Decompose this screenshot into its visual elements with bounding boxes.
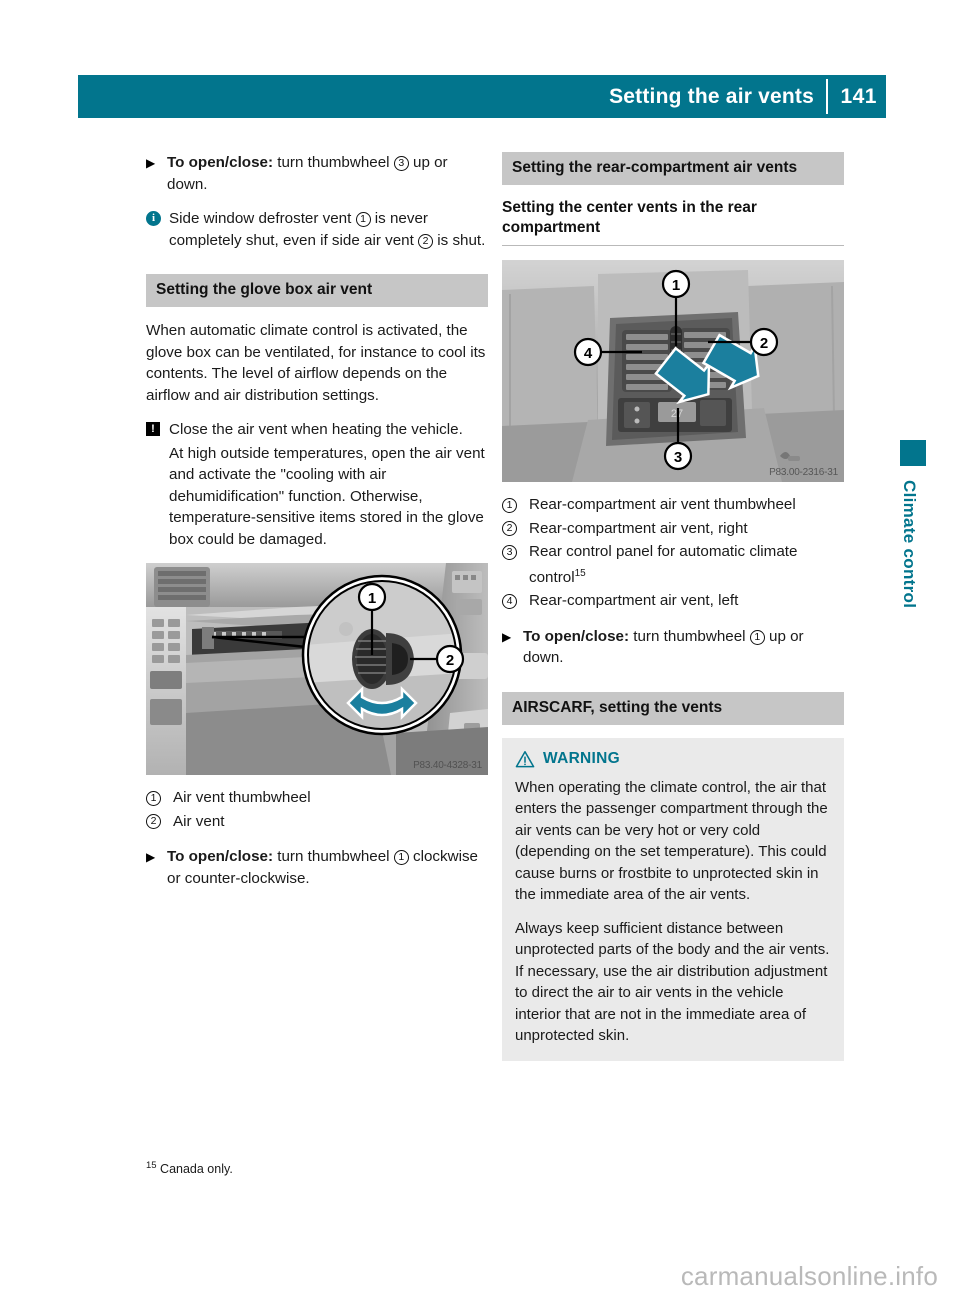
page-title: Setting the air vents (609, 84, 814, 108)
legend-item: 4 Rear-compartment air vent, left (502, 590, 844, 612)
warning-triangle-icon (515, 750, 535, 767)
subheading-center-vents-rear: Setting the center vents in the rear com… (502, 198, 844, 246)
circled-number-2: 2 (418, 233, 434, 249)
svg-text:4: 4 (584, 345, 593, 362)
circled-number-1: 1 (393, 850, 409, 865)
step-label: To open/close: (523, 627, 630, 645)
watermark: carmanualsonline.info (680, 1261, 938, 1291)
legend-number: 1 (146, 790, 161, 806)
page-header-bar: Setting the air vents 141 (78, 75, 886, 118)
legend-glove-box: 1 Air vent thumbwheel 2 Air vent (146, 787, 488, 832)
warning-paragraph: Always keep sufficient distance between … (515, 919, 830, 1045)
step-label: To open/close: (167, 154, 274, 171)
header-divider (826, 79, 828, 114)
heading-glove-box-air-vent: Setting the glove box air vent (146, 274, 488, 307)
svg-text:1: 1 (368, 590, 376, 607)
step-marker-icon: ▶ (146, 156, 156, 170)
heading-airscarf: AIRSCARF, setting the vents (502, 691, 844, 725)
step-marker-icon: ▶ (502, 629, 512, 644)
legend-number: 1 (502, 497, 517, 513)
legend-item: 2 Air vent (146, 811, 488, 833)
warning-box: WARNING When operating the climate contr… (502, 737, 844, 1061)
info-icon: i (146, 211, 161, 226)
note-part3: is shut. (433, 231, 486, 249)
chapter-marker-square (900, 440, 926, 466)
legend-number: 2 (502, 521, 517, 536)
legend-item: 3 Rear control panel for automatic climat… (502, 541, 844, 588)
heading-rear-compartment-air-vents: Setting the rear-compartment air vents (502, 152, 844, 185)
svg-text:2: 2 (760, 335, 768, 352)
page-number: 141 (840, 84, 877, 108)
step-open-close-glove-box: ▶ To open/close: turn thumbwheel 1 clockw… (146, 846, 488, 889)
page-footnote: 15 Canada only. (146, 1158, 233, 1177)
legend-label: Air vent (173, 812, 225, 830)
step-open-close-top: ▶ To open/close: turn thumbwheel 3 up or … (146, 152, 488, 195)
warning-label: WARNING (543, 749, 621, 767)
footnote-marker: 15 (574, 567, 586, 579)
circled-number-1: 1 (749, 629, 765, 645)
legend-label: Rear-compartment air vent, right (529, 519, 748, 537)
figure-glove-box-air-vent: 1 2 P83.40-4328-31 (146, 563, 488, 775)
figure-rear-compartment-vents: 27 1 2 (502, 260, 844, 482)
note-part1: Side window defroster vent (169, 210, 356, 227)
legend-label: Rear-compartment air vent, left (529, 592, 739, 610)
left-column: ▶ To open/close: turn thumbwheel 3 up or … (146, 152, 488, 902)
manual-page: Setting the air vents 141 ▶ To open/close… (0, 0, 960, 1302)
legend-number: 4 (502, 593, 517, 609)
legend-label: Rear control panel for automatic climate… (529, 543, 798, 586)
legend-label: Air vent thumbwheel (173, 789, 311, 806)
caution-glove-box: ! Close the air vent when heating the veh… (146, 419, 488, 550)
step-label: To open/close: (167, 848, 274, 865)
legend-label: Rear-compartment air vent thumbwheel (529, 496, 796, 513)
circled-number-1: 1 (355, 212, 371, 227)
chapter-side-tab: Climate control (899, 440, 943, 608)
step-text-before: turn thumbwheel (273, 154, 394, 171)
step-text-before: turn thumbwheel (629, 627, 750, 645)
step-marker-icon: ▶ (146, 850, 156, 864)
svg-text:1: 1 (672, 277, 680, 294)
caution-icon: ! (146, 422, 160, 436)
paragraph-glove-box: When automatic climate control is activa… (146, 322, 486, 404)
footnote-text: Canada only. (156, 1162, 233, 1177)
figure-id-caption: P83.40-4328-31 (413, 760, 482, 771)
caution-line2: At high outside temperatures, open the a… (169, 444, 485, 548)
figure-id-caption: P83.00-2316-31 (769, 467, 838, 478)
svg-text:3: 3 (674, 449, 682, 466)
note-side-window-defroster: i Side window defroster vent 1 is never c… (146, 208, 488, 251)
footnote-number: 15 (146, 1160, 157, 1171)
circled-number-3: 3 (393, 156, 409, 171)
warning-header: WARNING (515, 750, 831, 768)
chapter-label: Climate control (900, 480, 919, 609)
legend-item: 2 Rear-compartment air vent, right (502, 518, 844, 540)
glove-box-vent-illustration: 1 2 (146, 563, 488, 775)
step-open-close-rear: ▶ To open/close: turn thumbwheel 1 up or … (502, 626, 844, 669)
caution-line1: Close the air vent when heating the vehi… (169, 421, 463, 438)
legend-item: 1 Air vent thumbwheel (146, 787, 488, 809)
svg-text:2: 2 (446, 652, 454, 669)
legend-item: 1 Rear-compartment air vent thumbwheel (502, 494, 844, 516)
rear-compartment-vent-illustration: 27 1 2 (502, 260, 844, 482)
right-column: Setting the rear-compartment air vents S… (502, 152, 844, 1061)
legend-number: 3 (502, 544, 517, 560)
legend-number: 2 (146, 814, 161, 829)
legend-rear-compartment: 1 Rear-compartment air vent thumbwheel 2R… (502, 494, 844, 612)
warning-paragraph: When operating the climate control, the … (515, 778, 828, 904)
step-text-before: turn thumbwheel (273, 848, 394, 865)
